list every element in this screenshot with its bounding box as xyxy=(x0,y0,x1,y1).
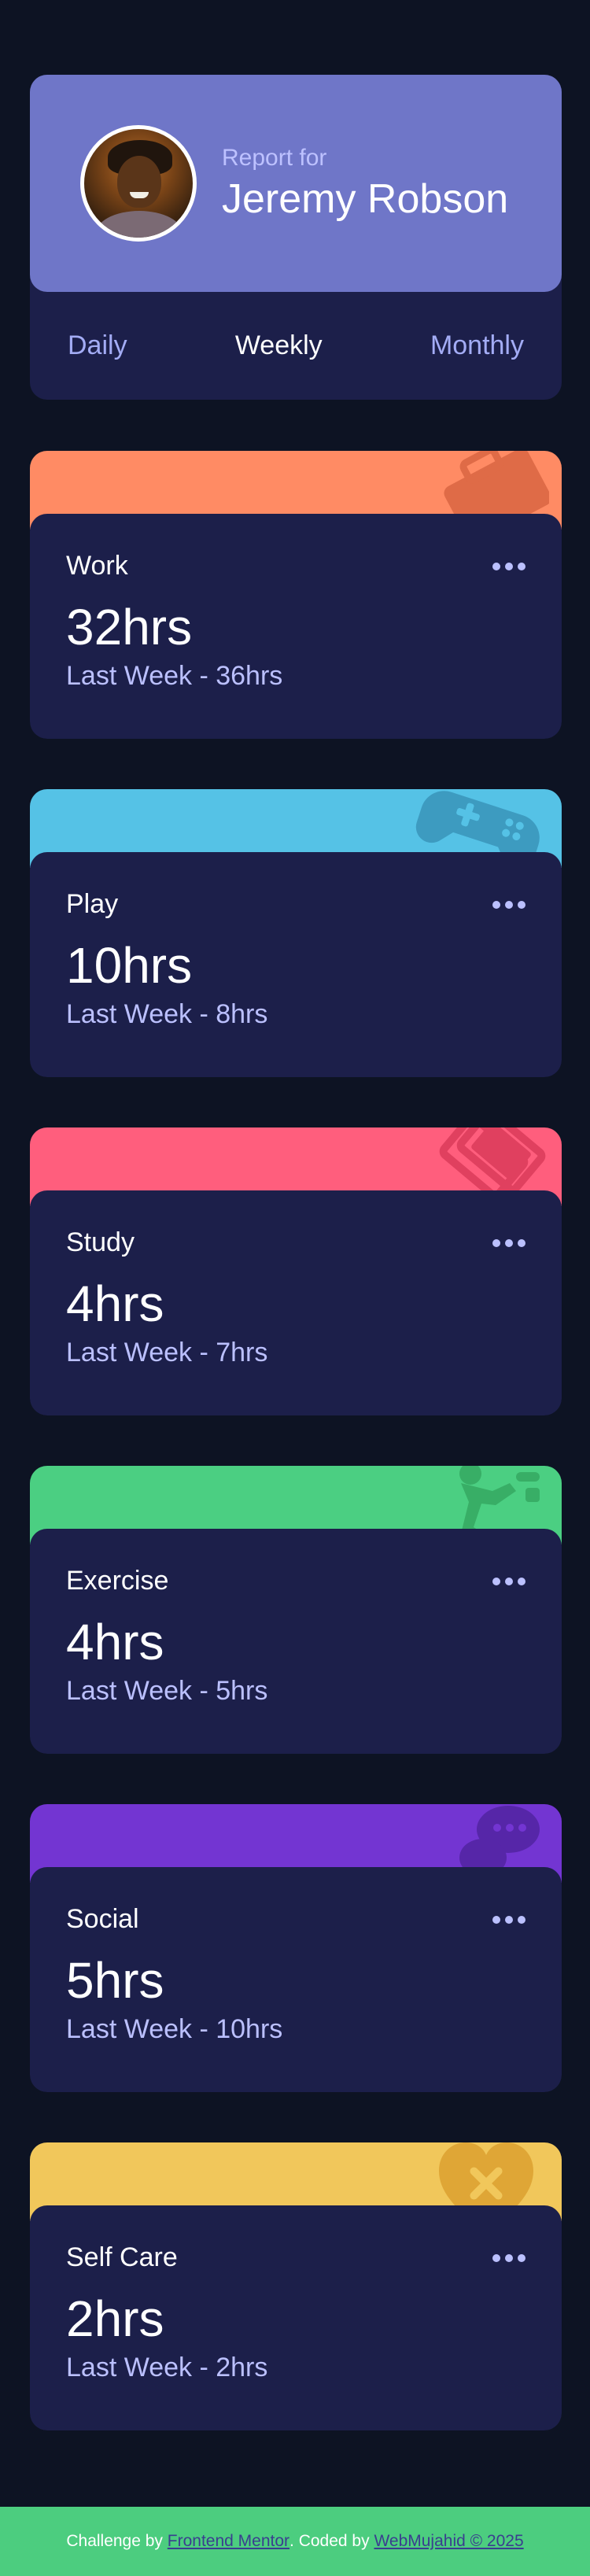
activity-previous-hours: Last Week - 10hrs xyxy=(66,2013,283,2044)
activity-title: Play xyxy=(66,889,119,919)
user-name: Jeremy Robson xyxy=(222,176,509,223)
activity-card-play: Play 10hrs Last Week - 8hrs xyxy=(30,789,562,1077)
activity-previous-hours: Last Week - 36hrs xyxy=(66,660,283,691)
avatar xyxy=(80,125,197,242)
more-options-icon[interactable] xyxy=(492,1573,525,1590)
activity-title: Self Care xyxy=(66,2242,178,2272)
more-options-icon[interactable] xyxy=(492,1911,525,1928)
activity-previous-hours: Last Week - 5hrs xyxy=(66,1675,268,1706)
footer-prefix: Challenge by xyxy=(66,2532,163,2550)
activity-card-social: Social 5hrs Last Week - 10hrs xyxy=(30,1804,562,2092)
more-options-icon[interactable] xyxy=(492,1234,525,1252)
activity-previous-hours: Last Week - 7hrs xyxy=(66,1337,268,1367)
activity-title: Social xyxy=(66,1904,139,1934)
activity-content: Play 10hrs Last Week - 8hrs xyxy=(30,852,562,1077)
activity-current-hours: 32hrs xyxy=(66,599,193,656)
activity-title: Exercise xyxy=(66,1566,169,1596)
frontend-mentor-link[interactable]: Frontend Mentor xyxy=(168,2532,289,2551)
activity-current-hours: 5hrs xyxy=(66,1952,164,2010)
activity-previous-hours: Last Week - 8hrs xyxy=(66,998,268,1029)
footer-middle: . Coded by xyxy=(289,2532,370,2550)
dashboard: Report for Jeremy Robson Daily Weekly Mo… xyxy=(30,75,562,2430)
activity-current-hours: 4hrs xyxy=(66,1614,164,1671)
report-for-label: Report for xyxy=(222,145,327,172)
activity-card-work: Work 32hrs Last Week - 36hrs xyxy=(30,451,562,739)
activity-current-hours: 4hrs xyxy=(66,1275,164,1333)
activity-current-hours: 2hrs xyxy=(66,2290,164,2348)
more-options-icon[interactable] xyxy=(492,558,525,575)
tab-weekly[interactable]: Weekly xyxy=(235,330,323,361)
activity-current-hours: 10hrs xyxy=(66,937,193,995)
activity-previous-hours: Last Week - 2hrs xyxy=(66,2352,268,2382)
activity-title: Study xyxy=(66,1227,135,1257)
activity-card-exercise: Exercise 4hrs Last Week - 5hrs xyxy=(30,1466,562,1754)
profile-header: Report for Jeremy Robson xyxy=(30,75,562,292)
activity-content: Study 4hrs Last Week - 7hrs xyxy=(30,1190,562,1415)
footer: Challenge by Frontend Mentor. Coded by W… xyxy=(0,2507,590,2576)
activity-content: Work 32hrs Last Week - 36hrs xyxy=(30,514,562,739)
activity-content: Social 5hrs Last Week - 10hrs xyxy=(30,1867,562,2092)
activity-content: Self Care 2hrs Last Week - 2hrs xyxy=(30,2205,562,2430)
timeframe-tabs: Daily Weekly Monthly xyxy=(30,292,562,400)
activity-content: Exercise 4hrs Last Week - 5hrs xyxy=(30,1529,562,1754)
author-link[interactable]: WebMujahid © 2025 xyxy=(374,2532,523,2551)
activity-title: Work xyxy=(66,551,128,581)
tab-daily[interactable]: Daily xyxy=(68,330,127,361)
tab-monthly[interactable]: Monthly xyxy=(430,330,524,361)
more-options-icon[interactable] xyxy=(492,896,525,913)
more-options-icon[interactable] xyxy=(492,2249,525,2267)
activity-card-study: Study 4hrs Last Week - 7hrs xyxy=(30,1127,562,1415)
activity-card-self-care: Self Care 2hrs Last Week - 2hrs xyxy=(30,2142,562,2430)
profile-card: Report for Jeremy Robson Daily Weekly Mo… xyxy=(30,75,562,400)
